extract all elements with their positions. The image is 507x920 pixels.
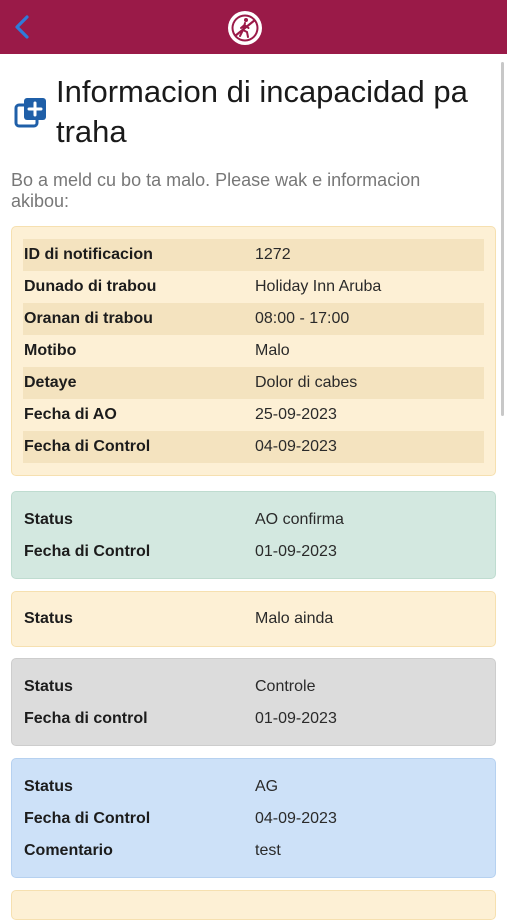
info-value: 04-09-2023 (255, 438, 337, 455)
status-value: AO confirma (255, 511, 344, 528)
back-button[interactable] (8, 12, 36, 42)
info-row: Oranan di trabou 08:00 - 17:00 (23, 303, 484, 335)
info-value: 25-09-2023 (255, 406, 337, 423)
status-label: Fecha di Control (24, 810, 151, 827)
status-card-partial (11, 890, 496, 920)
status-label: Status (24, 511, 73, 528)
status-row: Status Malo ainda (24, 603, 483, 635)
status-value: Controle (255, 678, 316, 695)
status-label: Status (24, 678, 73, 695)
status-card: Status AO confirma Fecha di Control 01-09-… (11, 491, 496, 579)
status-card: Status Controle Fecha di control 01-09-202… (11, 658, 496, 746)
info-label: ID di notificacion (24, 246, 153, 263)
status-value: 01-09-2023 (255, 710, 337, 727)
status-value: Malo ainda (255, 610, 334, 627)
info-row: Fecha di Control 04-09-2023 (23, 431, 484, 463)
info-label: Fecha di Control (24, 438, 151, 455)
status-value: 04-09-2023 (255, 810, 337, 827)
page-title: Informacion di incapacidad pa traha (56, 74, 468, 149)
status-label: Fecha di Control (24, 543, 151, 560)
status-value: AG (255, 778, 279, 795)
status-row: Fecha di Control 04-09-2023 (24, 803, 483, 835)
info-value: 08:00 - 17:00 (255, 310, 350, 327)
info-row: Fecha di AO 25-09-2023 (23, 399, 484, 431)
status-label: Fecha di control (24, 710, 148, 727)
status-row: Fecha di Control 01-09-2023 (24, 536, 483, 568)
status-value: 01-09-2023 (255, 543, 337, 560)
info-label: Dunado di trabou (24, 278, 157, 295)
status-row: Comentario test (24, 835, 483, 867)
info-value: Malo (255, 342, 290, 359)
top-app-bar (0, 0, 507, 54)
info-label: Detaye (24, 374, 77, 391)
info-label: Oranan di trabou (24, 310, 153, 327)
info-value: Holiday Inn Aruba (255, 278, 382, 295)
status-row: Status AO confirma (24, 504, 483, 536)
info-label: Motibo (24, 342, 77, 359)
info-table: ID di notificacion 1272 Dunado di trabou H… (23, 239, 484, 463)
status-row: Fecha di control 01-09-2023 (24, 703, 483, 735)
incapacity-info-card: ID di notificacion 1272 Dunado di trabou H… (11, 226, 496, 476)
info-value: 1272 (255, 246, 291, 263)
status-card: Status Malo ainda (11, 591, 496, 647)
status-row: Status Controle (24, 671, 483, 703)
status-value: test (255, 842, 281, 859)
status-label: Comentario (24, 842, 113, 859)
page-header: Informacion di incapacidad pa traha (14, 72, 484, 152)
add-document-icon (14, 98, 46, 128)
status-row: Status AG (24, 771, 483, 803)
info-row: Motibo Malo (23, 335, 484, 367)
chevron-left-icon (15, 15, 29, 39)
info-value: Dolor di cabes (255, 374, 358, 391)
status-card: Status AG Fecha di Control 04-09-2023 Come… (11, 758, 496, 878)
page-subtitle: Bo a meld cu bo ta malo. Please wak e in… (11, 170, 421, 211)
status-label: Status (24, 610, 73, 627)
info-row: Detaye Dolor di cabes (23, 367, 484, 399)
walking-person-logo (228, 11, 262, 45)
info-row: ID di notificacion 1272 (23, 239, 484, 271)
scrollbar[interactable] (501, 62, 504, 416)
status-label: Status (24, 778, 73, 795)
info-row: Dunado di trabou Holiday Inn Aruba (23, 271, 484, 303)
info-label: Fecha di AO (24, 406, 117, 423)
